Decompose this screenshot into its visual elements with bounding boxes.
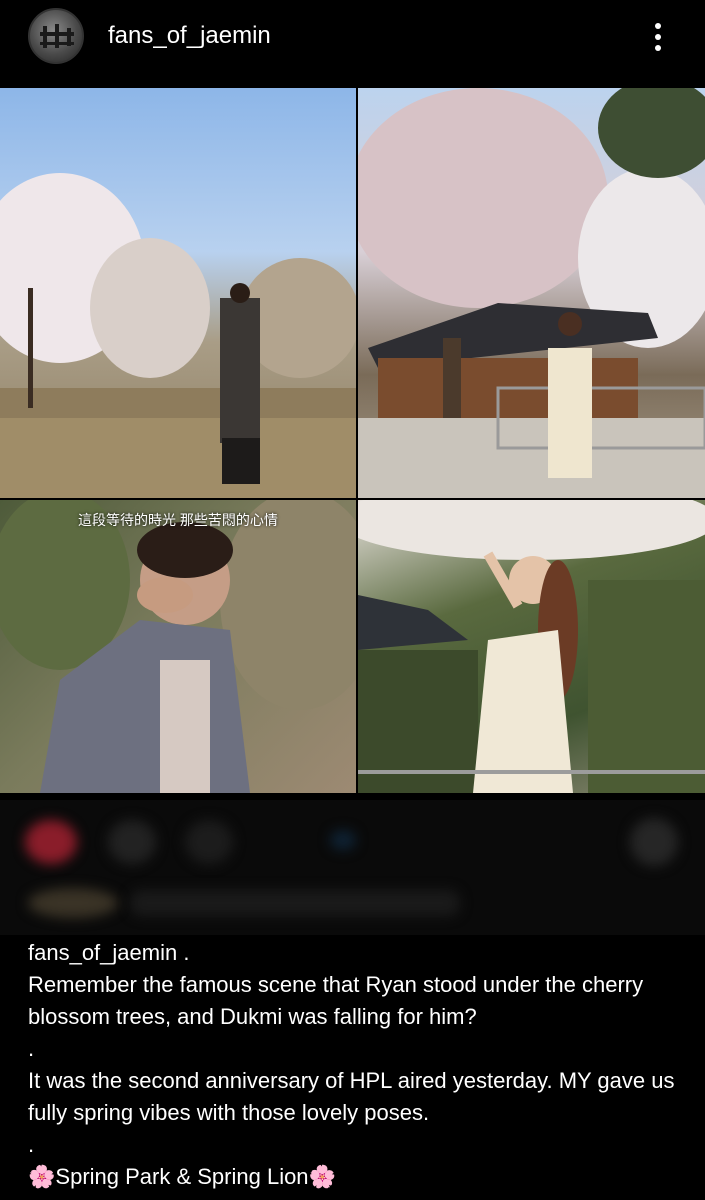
caption-line-1: Remember the famous scene that Ryan stoo… [28, 972, 644, 1029]
more-options-icon[interactable] [646, 20, 670, 56]
cherry-blossom-icon: 🌸 [308, 1164, 336, 1189]
caption-username-suffix: . [177, 940, 190, 965]
caption-dot-2: . [28, 1132, 35, 1157]
share-icon[interactable] [185, 820, 233, 864]
caption-line-2: It was the second anniversary of HPL air… [28, 1068, 675, 1125]
username-link[interactable]: fans_of_jaemin [108, 22, 271, 50]
photo-man-saluting-still[interactable]: 這段等待的時光 那些苦悶的心情 [0, 500, 356, 793]
caption-line-3: 🌸Spring Park & Spring Lion🌸 [28, 1161, 688, 1193]
post-actions-blurred [0, 800, 705, 935]
post-header: fans_of_jaemin [0, 0, 705, 80]
caption-line-3-text: Spring Park & Spring Lion [55, 1164, 309, 1189]
avatar[interactable] [28, 8, 84, 64]
comment-icon[interactable] [108, 820, 156, 864]
post-caption: fans_of_jaemin . Remember the famous sce… [28, 937, 688, 1193]
dot-indicator [330, 830, 356, 850]
liked-by-avatars [28, 888, 118, 918]
cherry-blossom-icon: 🌸 [28, 1164, 56, 1189]
bookmark-icon[interactable] [630, 818, 678, 866]
liked-by-text [130, 890, 460, 916]
caption-dot-1: . [28, 1036, 35, 1061]
photo-man-blossom-field[interactable] [0, 88, 356, 498]
photo-woman-smiling-blossom[interactable] [358, 500, 705, 793]
post-image-grid[interactable]: 這段等待的時光 那些苦悶的心情 [0, 88, 705, 795]
caption-username[interactable]: fans_of_jaemin [28, 940, 177, 965]
video-subtitle: 這段等待的時光 那些苦悶的心情 [78, 512, 278, 528]
like-icon[interactable] [25, 820, 77, 864]
photo-woman-hanok-blossom[interactable] [358, 88, 705, 498]
